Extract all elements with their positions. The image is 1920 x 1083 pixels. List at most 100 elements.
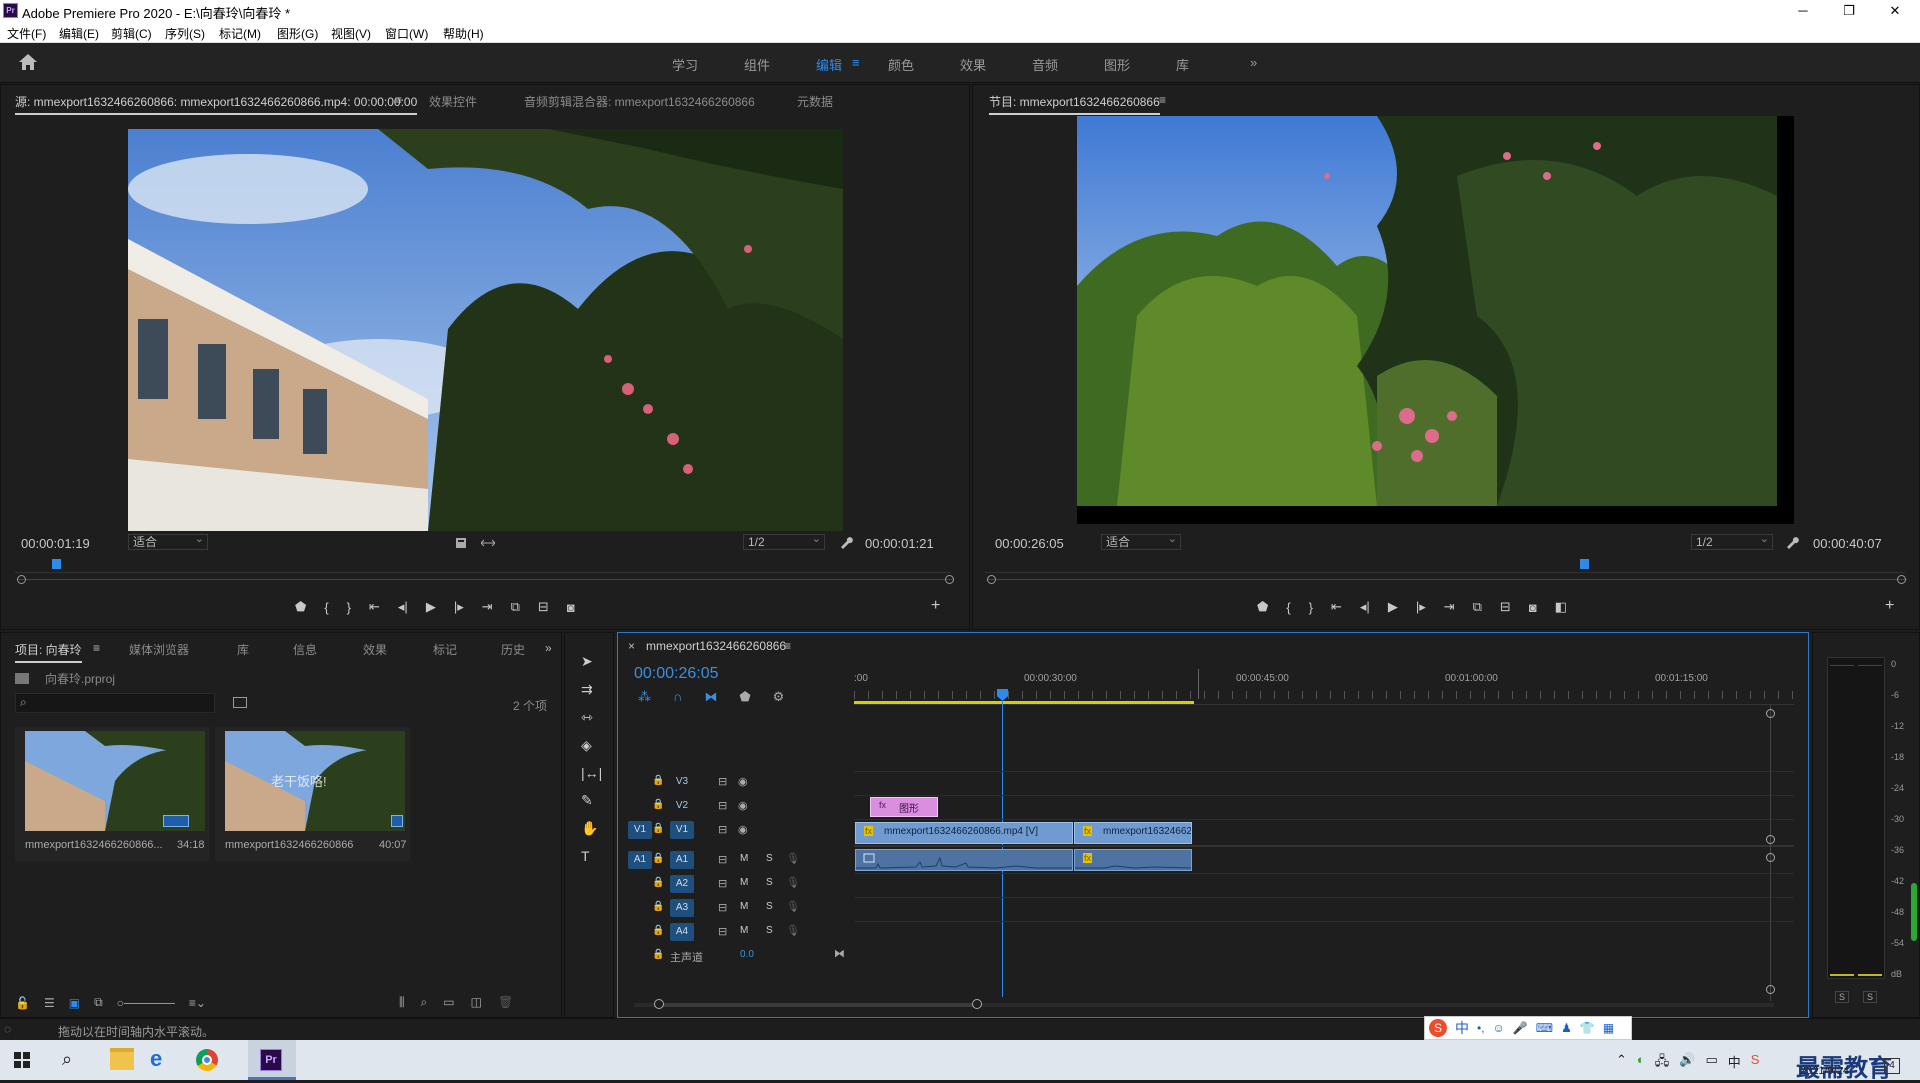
tab-project[interactable]: 项目: 向春玲 <box>15 641 82 663</box>
tab-source[interactable]: 源: mmexport1632466260866: mmexport163246… <box>15 93 418 115</box>
program-mark-in-icon[interactable]: { <box>1286 600 1290 615</box>
track-solo-button[interactable]: S <box>766 853 773 864</box>
track-lock-icon[interactable]: 🔒 <box>652 853 664 864</box>
workspace-color[interactable]: 颜色 <box>888 55 914 74</box>
voiceover-mic-icon[interactable]: 🎙 <box>786 924 800 937</box>
track-v3-label[interactable]: V3 <box>670 773 694 791</box>
tab-effect-controls[interactable]: 效果控件 <box>429 93 477 110</box>
source-panel-menu-icon[interactable]: ≡ <box>395 93 402 107</box>
program-go-to-out-icon[interactable]: ⇥ <box>1444 599 1455 615</box>
track-lock-icon[interactable]: 🔒 <box>652 799 664 810</box>
timeline-horizontal-scrollbar[interactable] <box>634 1003 1774 1007</box>
source-scroll-handle-right[interactable] <box>945 575 954 584</box>
program-step-forward-icon[interactable]: |▸ <box>1416 599 1426 615</box>
ime-tray-icon[interactable]: 中 <box>1728 1052 1741 1074</box>
tab-metadata[interactable]: 元数据 <box>797 93 833 110</box>
source-zoom-select[interactable]: 适合 <box>128 532 208 550</box>
play-icon[interactable]: ▶ <box>426 599 436 615</box>
menu-help[interactable]: 帮助(H) <box>443 25 484 42</box>
tab-media-browser[interactable]: 媒体浏览器 <box>129 641 189 658</box>
tab-history[interactable]: 历史 <box>501 641 525 658</box>
source-playhead[interactable] <box>52 559 62 569</box>
list-view-icon[interactable]: ☰ <box>44 996 55 1010</box>
h-scroll-handle-right[interactable] <box>972 999 982 1009</box>
menu-view[interactable]: 视图(V) <box>331 25 371 42</box>
track-mute-button[interactable]: M <box>740 853 748 864</box>
type-tool-icon[interactable]: T <box>581 848 602 864</box>
track-select-tool-icon[interactable]: ⇉ <box>581 681 602 698</box>
source-zoom-scrollbar[interactable] <box>17 579 953 580</box>
sequence-tab[interactable]: mmexport1632466260866 <box>646 639 786 653</box>
tray-expand-icon[interactable]: ⌃ <box>1616 1052 1627 1074</box>
new-item-icon[interactable]: ◫ <box>471 995 482 1010</box>
program-scroll-handle-left[interactable] <box>987 575 996 584</box>
notification-badge[interactable]: 4 <box>1884 1058 1900 1074</box>
razor-tool-icon[interactable]: ◈ <box>581 737 602 754</box>
track-output-icon[interactable]: ⊟ <box>718 775 727 788</box>
program-zoom-scrollbar[interactable] <box>987 579 1907 580</box>
meter-solo-right[interactable]: S <box>1863 991 1878 1003</box>
workspace-learn[interactable]: 学习 <box>672 55 698 74</box>
taskbar-search-icon[interactable]: ⌕ <box>62 1049 72 1070</box>
track-output-icon[interactable]: ⊟ <box>718 823 727 836</box>
slip-tool-icon[interactable]: |↔| <box>581 765 602 781</box>
source-resolution-select[interactable]: 1/2 <box>743 532 825 550</box>
linked-selection-icon[interactable]: ⧓ <box>704 689 717 705</box>
workspace-effects[interactable]: 效果 <box>960 55 986 74</box>
sort-icons-icon[interactable]: ≡⌄ <box>189 996 206 1010</box>
program-go-to-in-icon[interactable]: ⇤ <box>1331 599 1342 615</box>
automate-to-sequence-icon[interactable]: ⫼ <box>399 995 405 1010</box>
comparison-view-icon[interactable]: ◧ <box>1555 599 1567 615</box>
track-a1-label[interactable]: A1 <box>670 851 694 869</box>
tray-app-icon[interactable]: ◐ <box>1637 1052 1645 1074</box>
voiceover-mic-icon[interactable]: 🎙 <box>786 852 800 865</box>
add-marker-icon[interactable]: ⬟ <box>295 599 306 615</box>
source-current-timecode[interactable]: 00:00:01:19 <box>21 536 90 551</box>
track-lock-icon[interactable]: 🔒 <box>652 823 664 834</box>
workspace-graphics[interactable]: 图形 <box>1104 55 1130 74</box>
ripple-edit-tool-icon[interactable]: ⇿ <box>581 709 602 726</box>
hand-tool-icon[interactable]: ✋ <box>581 820 602 837</box>
source-patch-a1[interactable]: A1 <box>628 851 652 869</box>
lift-icon[interactable]: ⧉ <box>1473 599 1482 615</box>
track-mute-button[interactable]: M <box>740 925 748 936</box>
track-eye-icon[interactable]: ◉ <box>738 799 748 812</box>
a-scroll-handle[interactable] <box>1766 985 1775 994</box>
source-add-button-icon[interactable]: + <box>931 597 940 615</box>
track-a2-label[interactable]: A2 <box>670 875 694 893</box>
track-output-icon[interactable]: ⊟ <box>718 925 727 938</box>
mark-out-icon[interactable]: } <box>347 600 351 615</box>
master-volume-value[interactable]: 0.0 <box>740 949 754 960</box>
tab-info[interactable]: 信息 <box>293 641 317 658</box>
home-icon[interactable] <box>18 53 38 71</box>
project-search-input[interactable]: ⌕ <box>15 693 215 713</box>
new-bin-from-search-icon[interactable] <box>233 697 247 708</box>
track-output-icon[interactable]: ⊟ <box>718 853 727 866</box>
drag-video-only-icon[interactable] <box>452 535 470 551</box>
program-resolution-select[interactable]: 1/2 <box>1691 532 1773 550</box>
graphic-clip[interactable]: fx 图形 <box>870 797 938 817</box>
voice-input-icon[interactable]: 🎤 <box>1513 1021 1528 1035</box>
menu-graphics[interactable]: 图形(G) <box>277 25 318 42</box>
program-step-back-icon[interactable]: ◂| <box>1360 599 1370 615</box>
overwrite-icon[interactable]: ⊟ <box>538 599 549 615</box>
go-to-end-icon[interactable]: ⧓ <box>834 947 845 960</box>
sogou-tray-icon[interactable]: S <box>1751 1052 1760 1074</box>
new-bin-icon[interactable]: ▭ <box>443 995 454 1010</box>
zoom-slider[interactable]: ○────── <box>117 996 175 1010</box>
program-playhead[interactable] <box>1580 559 1590 569</box>
insert-icon[interactable]: ⧉ <box>511 599 520 615</box>
program-scroll-handle-right[interactable] <box>1897 575 1906 584</box>
track-output-icon[interactable]: ⊟ <box>718 877 727 890</box>
timeline-marker-icon[interactable]: ⬟ <box>739 689 750 705</box>
restore-button[interactable]: ❐ <box>1826 0 1872 21</box>
track-output-icon[interactable]: ⊟ <box>718 901 727 914</box>
workspace-menu-icon[interactable]: ≡ <box>852 55 860 70</box>
skin-icon[interactable]: 👕 <box>1580 1021 1595 1035</box>
icon-view-icon[interactable]: ▣ <box>69 996 80 1010</box>
track-solo-button[interactable]: S <box>766 925 773 936</box>
source-time-ruler[interactable] <box>15 559 951 573</box>
tab-markers[interactable]: 标记 <box>433 641 457 658</box>
step-back-icon[interactable]: ◂| <box>398 599 408 615</box>
go-to-in-icon[interactable]: ⇤ <box>369 599 380 615</box>
